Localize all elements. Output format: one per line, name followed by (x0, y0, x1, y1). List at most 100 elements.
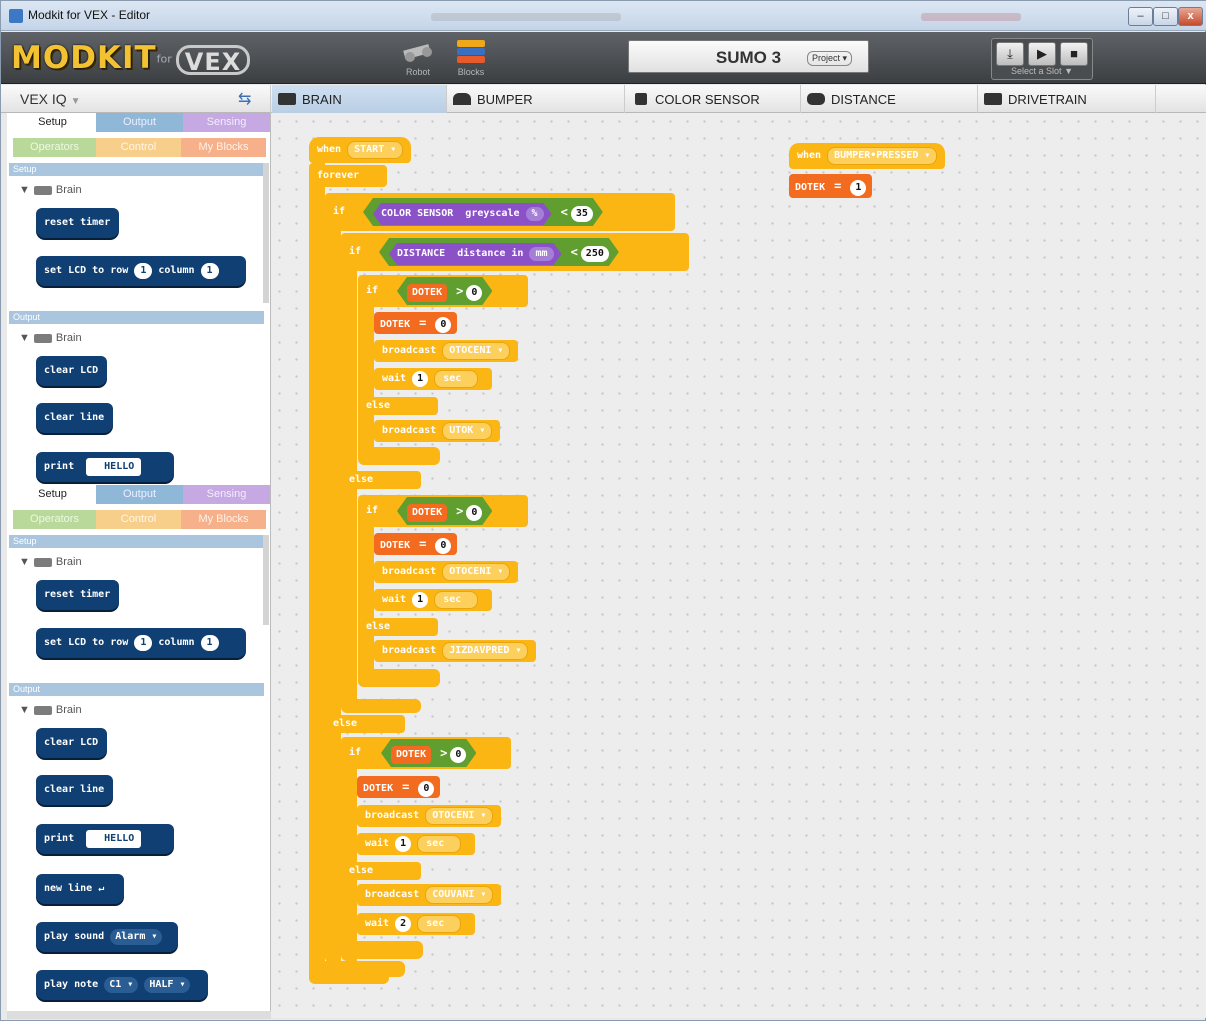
if-foot (341, 699, 421, 713)
slot-select[interactable]: Select a Slot ▼ (994, 66, 1090, 77)
lt-operator[interactable]: COLOR SENSOR greyscale % <35 (363, 198, 603, 226)
set-dotek-block[interactable]: DOTEK = 1 (789, 174, 873, 198)
gt-operator[interactable]: DOTEK >0 (381, 739, 476, 767)
logo-vex: VEX (175, 44, 251, 76)
project-title-box[interactable]: SUMO 3 Project ▾ (628, 40, 869, 73)
slot-label: Select a Slot (1011, 66, 1062, 76)
project-menu-button[interactable]: Project ▾ (806, 51, 852, 66)
tab-drivetrain[interactable]: DRIVETRAIN (978, 85, 1156, 113)
tab-sensing[interactable]: Sensing (183, 113, 270, 132)
print-block[interactable]: print HELLO (36, 824, 174, 854)
minimize-button[interactable]: – (1128, 7, 1153, 26)
brain-icon (33, 333, 52, 343)
editor-window: Modkit for VEX - Editor – □ x MODKITfor V… (0, 0, 1206, 1021)
play-sound-block[interactable]: play sound Alarm ▾ (36, 922, 178, 952)
if-arm (325, 203, 341, 963)
chevron-down-icon: ▼ (70, 96, 81, 107)
download-button[interactable]: ⤓ (996, 42, 1024, 66)
platform-select[interactable]: VEX IQ ▼ ⇆ (1, 85, 271, 113)
tab-my-blocks[interactable]: My Blocks (181, 138, 266, 157)
wait-block[interactable]: wait 1 sec (374, 589, 492, 611)
broadcast-block[interactable]: broadcast UTOK ▾ (374, 420, 501, 442)
robot-icon (400, 37, 436, 67)
tab-setup[interactable]: Setup (9, 485, 96, 504)
broadcast-block[interactable]: broadcast OTOCENI ▾ (357, 805, 502, 827)
tab-color-sensor[interactable]: COLOR SENSOR (625, 85, 801, 113)
run-button[interactable]: ▶ (1028, 42, 1056, 66)
tab-operators[interactable]: Operators (13, 138, 96, 157)
tab-control[interactable]: Control (96, 510, 181, 529)
blurred-title-text (921, 13, 1021, 21)
clear-lcd-block[interactable]: clear LCD (36, 728, 107, 758)
tab-operators[interactable]: Operators (13, 510, 96, 529)
tab-setup[interactable]: Setup (9, 113, 96, 132)
clear-line-block[interactable]: clear line (36, 403, 113, 433)
new-line-block[interactable]: new line ↵ (36, 874, 124, 904)
stop-button[interactable]: ■ (1060, 42, 1088, 66)
tab-sensing[interactable]: Sensing (183, 485, 270, 504)
else-label: else (325, 715, 405, 733)
swap-icon[interactable]: ⇆ (238, 89, 251, 109)
stop-icon: ■ (1070, 46, 1078, 61)
gt-operator[interactable]: DOTEK >0 (397, 497, 492, 525)
set-lcd-block[interactable]: set LCD to row 1 column 1 (36, 628, 246, 658)
lt-operator[interactable]: DISTANCE distance in mm <250 (379, 238, 619, 266)
forever-block[interactable]: forever (309, 165, 387, 187)
if-arm (358, 503, 374, 687)
scrollbar[interactable] (263, 163, 269, 303)
when-start-block[interactable]: when START ▾ (309, 137, 412, 163)
broadcast-block[interactable]: broadcast COUVANI ▾ (357, 884, 502, 906)
close-button[interactable]: x (1178, 7, 1203, 26)
if-foot (358, 447, 440, 465)
forever-loop-arm (309, 163, 325, 983)
tab-brain[interactable]: BRAIN (272, 85, 447, 113)
set-dotek-block[interactable]: DOTEK = 0 (374, 533, 458, 555)
tab-control[interactable]: Control (96, 138, 181, 157)
set-dotek-block[interactable]: DOTEK = 0 (357, 776, 441, 798)
robot-view-button[interactable]: Robot (389, 35, 447, 81)
tab-my-blocks[interactable]: My Blocks (181, 510, 266, 529)
wait-block[interactable]: wait 1 sec (357, 833, 475, 855)
broadcast-block[interactable]: broadcast JIZDAVPRED ▾ (374, 640, 537, 662)
wait-block[interactable]: wait 2 sec (357, 913, 475, 935)
tab-bumper[interactable]: BUMPER (447, 85, 625, 113)
print-block[interactable]: print HELLO (36, 452, 174, 482)
platform-label: VEX IQ ▼ (20, 91, 81, 107)
script-canvas[interactable]: when START ▾ forever if COLOR SENSOR gre… (271, 113, 1206, 1018)
brain-group[interactable]: ▼ Brain (19, 332, 82, 344)
scrollbar[interactable] (263, 535, 269, 625)
else-label: else (358, 618, 438, 636)
reset-timer-block[interactable]: reset timer (36, 208, 119, 238)
blocks-icon (453, 37, 489, 67)
title-bar: Modkit for VEX - Editor – □ x (1, 1, 1206, 31)
if-foot (325, 961, 405, 977)
gt-operator[interactable]: DOTEK >0 (397, 277, 492, 305)
broadcast-block[interactable]: broadcast OTOCENI ▾ (374, 561, 519, 583)
clear-line-block[interactable]: clear line (36, 775, 113, 805)
if-foot (341, 941, 423, 959)
horizontal-scrollbar[interactable] (7, 1011, 271, 1019)
play-note-block[interactable]: play note C1 ▾ HALF ▾ (36, 970, 208, 1000)
brain-icon (278, 93, 296, 105)
tab-distance[interactable]: DISTANCE (801, 85, 978, 113)
tab-output[interactable]: Output (96, 485, 183, 504)
set-dotek-block[interactable]: DOTEK = 0 (374, 312, 458, 334)
window-title: Modkit for VEX - Editor (28, 8, 151, 22)
maximize-button[interactable]: □ (1153, 7, 1178, 26)
tab-output[interactable]: Output (96, 113, 183, 132)
logo-text: MODKIT (11, 40, 157, 76)
when-bumper-pressed-block[interactable]: when BUMPER•PRESSED ▾ (789, 143, 946, 169)
blocks-label: Blocks (457, 67, 485, 77)
section-setup: Setup (9, 163, 264, 176)
brain-group[interactable]: ▼ Brain (19, 704, 82, 716)
blocks-view-button[interactable]: Blocks (442, 35, 500, 81)
broadcast-block[interactable]: broadcast OTOCENI ▾ (374, 340, 519, 362)
brain-group[interactable]: ▼ Brain (19, 556, 82, 568)
reset-timer-block[interactable]: reset timer (36, 580, 119, 610)
set-lcd-block[interactable]: set LCD to row 1 column 1 (36, 256, 246, 286)
clear-lcd-block[interactable]: clear LCD (36, 356, 107, 386)
modkit-logo: MODKITfor VEX (11, 39, 259, 79)
logo-for: for (156, 52, 172, 66)
wait-block[interactable]: wait 1 sec (374, 368, 492, 390)
brain-group[interactable]: ▼ Brain (19, 184, 82, 196)
